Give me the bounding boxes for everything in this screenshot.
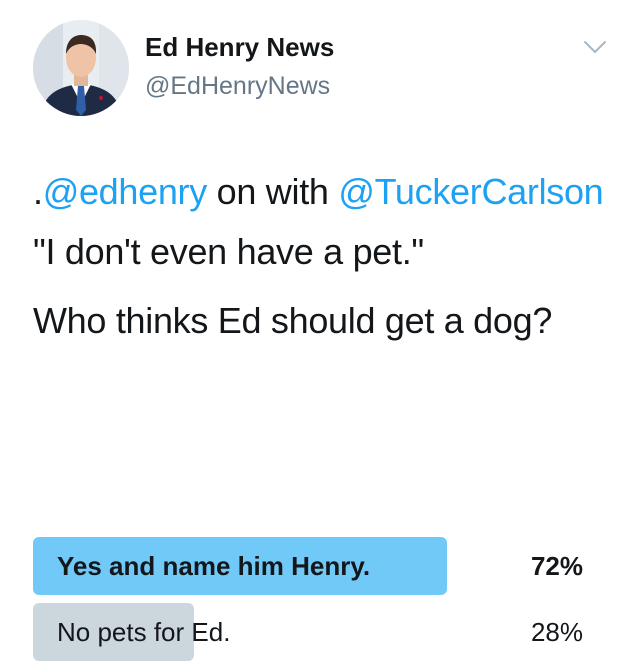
tweet-card: Ed Henry News @EdHenryNews .@edhenry on …	[0, 0, 637, 672]
tweet-menu-button[interactable]	[580, 36, 610, 60]
avatar[interactable]	[33, 20, 129, 116]
text-mid: on with	[206, 171, 339, 212]
person-avatar-icon	[33, 20, 129, 116]
poll-option-2-label: No pets for Ed.	[57, 617, 231, 647]
poll-option-1-percent: 72%	[530, 551, 583, 581]
poll-option-2: No pets for Ed. 28%	[33, 603, 593, 661]
poll-option-1-label: Yes and name him Henry.	[57, 551, 371, 581]
author-handle[interactable]: @EdHenryNews	[145, 70, 330, 102]
text-prefix: .	[33, 171, 43, 212]
poll-option-2-percent: 28%	[530, 617, 583, 647]
chevron-down-icon	[584, 41, 606, 53]
author-display-name[interactable]: Ed Henry News	[145, 30, 334, 64]
tweet-paragraph-2: Who thinks Ed should get a dog?	[33, 300, 553, 341]
poll-option-1: Yes and name him Henry. 72%	[33, 537, 593, 595]
mention-tuckercarlson-link[interactable]: @TuckerCarlson	[338, 171, 603, 212]
tweet-paragraph-1: .@edhenry on with @TuckerCarlson "I don'…	[33, 162, 613, 282]
mention-edhenry-link[interactable]: @edhenry	[43, 171, 208, 212]
tweet-text: .@edhenry on with @TuckerCarlson "I don'…	[33, 162, 613, 351]
